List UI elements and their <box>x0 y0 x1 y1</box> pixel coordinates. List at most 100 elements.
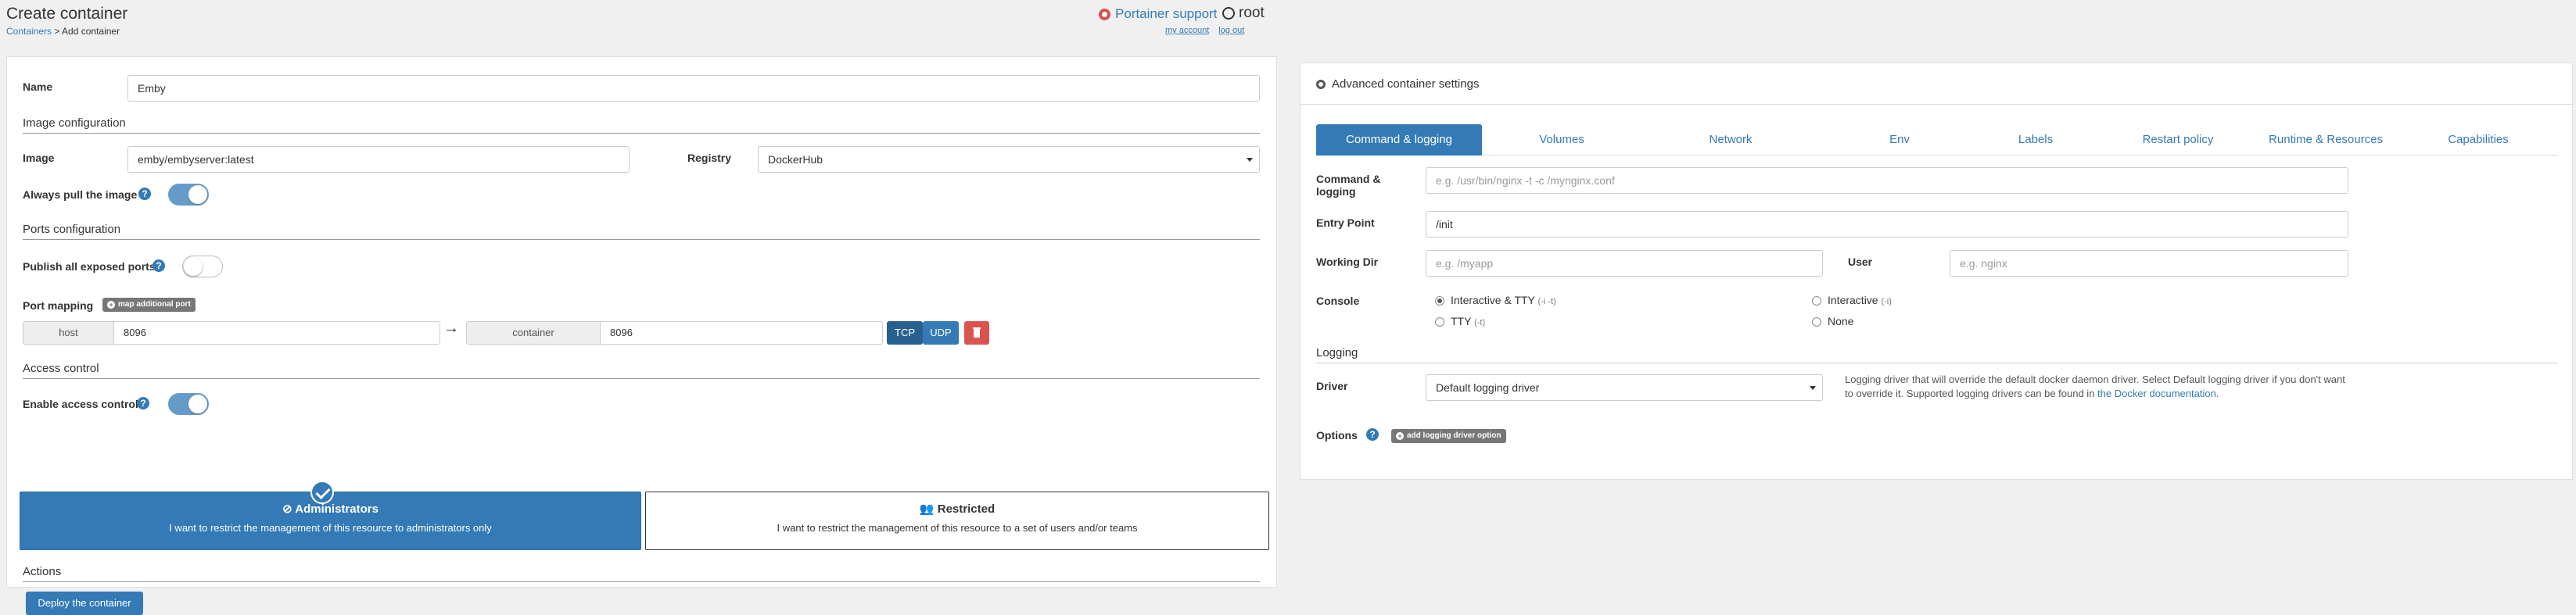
remove-port-button[interactable] <box>964 321 989 345</box>
advanced-settings-panel: Advanced container settings Command & lo… <box>1300 63 2573 480</box>
always-pull-toggle[interactable] <box>168 184 209 206</box>
entrypoint-label: Entry Point <box>1316 216 1375 229</box>
advanced-tabs: Command & logging Volumes Network Env La… <box>1316 124 2558 156</box>
users-icon: 👥 <box>919 502 938 516</box>
driver-note-text: Logging driver that will override the de… <box>1845 374 2345 399</box>
console-label: Console <box>1316 295 1360 307</box>
console-option-interactive-tty: Interactive & TTY (-i -t) <box>1451 294 1556 306</box>
advanced-settings-title: Advanced container settings <box>1316 77 1479 91</box>
tab-command-logging[interactable]: Command & logging <box>1316 124 1482 156</box>
restricted-title: 👥 Restricted <box>646 502 1268 516</box>
tab-capabilities[interactable]: Capabilities <box>2408 124 2549 156</box>
advanced-title-text: Advanced container settings <box>1332 77 1480 91</box>
divider <box>1301 104 2572 105</box>
chevron-down-icon <box>1810 386 1816 390</box>
container-port-input[interactable]: 8096 <box>600 321 883 345</box>
actions-section: Actions <box>23 565 1260 582</box>
publish-all-toggle[interactable] <box>182 256 223 277</box>
options-label: Options <box>1316 429 1358 442</box>
option-hint: (-t) <box>1474 318 1486 327</box>
lifebuoy-icon <box>1099 8 1110 20</box>
docker-docs-link[interactable]: the Docker documentation <box>2097 388 2216 399</box>
command-label-line1: Command & <box>1316 173 1381 185</box>
command-label: Command & logging <box>1316 173 1380 198</box>
console-radio-tty[interactable] <box>1435 317 1444 327</box>
workdir-input[interactable]: e.g. /myapp <box>1426 250 1823 277</box>
username: root <box>1239 5 1265 21</box>
host-port-input[interactable]: 8096 <box>113 321 440 345</box>
publish-all-label: Publish all exposed ports <box>23 260 156 273</box>
add-logging-option-button[interactable]: + add logging driver option <box>1391 429 1506 443</box>
command-input[interactable]: e.g. /usr/bin/nginx -t -c /mynginx.conf <box>1426 167 2348 194</box>
plus-circle-icon: + <box>107 301 115 309</box>
option-hint: (-i -t) <box>1537 297 1556 306</box>
access-control-section: Access control <box>23 362 1260 379</box>
toggle-knob <box>188 185 207 204</box>
log-out-link[interactable]: log out <box>1218 26 1244 35</box>
tab-restart-policy[interactable]: Restart policy <box>2108 124 2248 156</box>
logging-section: Logging <box>1316 346 2558 363</box>
ports-config-section: Ports configuration <box>23 223 1260 240</box>
gear-icon <box>1316 79 1326 89</box>
portainer-support-link[interactable]: Portainer support <box>1099 6 1217 22</box>
restricted-option[interactable]: 👥 Restricted I want to restrict the mana… <box>645 492 1269 550</box>
console-radio-none[interactable] <box>1812 317 1821 327</box>
driver-note-end: . <box>2215 388 2219 399</box>
plus-circle-icon: + <box>1396 432 1404 440</box>
tab-volumes[interactable]: Volumes <box>1491 124 1632 156</box>
user-input[interactable]: e.g. nginx <box>1950 250 2348 277</box>
restricted-title-text: Restricted <box>937 502 996 516</box>
access-control-toggle[interactable] <box>168 393 209 415</box>
support-label: Portainer support <box>1115 6 1218 21</box>
command-label-line2: logging <box>1316 185 1356 198</box>
top-header: Create container Containers > Add contai… <box>0 0 1283 48</box>
arrow-right-icon: → <box>443 320 459 337</box>
driver-label: Driver <box>1316 380 1348 392</box>
name-input[interactable]: Emby <box>127 75 1260 102</box>
console-radio-interactive[interactable] <box>1812 296 1821 306</box>
check-icon <box>310 481 334 504</box>
restricted-description: I want to restrict the management of thi… <box>777 522 1138 534</box>
breadcrumb: Containers > Add container <box>6 26 120 37</box>
option-label: None <box>1828 315 1854 327</box>
my-account-link[interactable]: my account <box>1165 26 1209 35</box>
driver-note: Logging driver that will override the de… <box>1845 373 2353 401</box>
tcp-button[interactable]: TCP <box>887 321 923 345</box>
chevron-down-icon <box>1247 158 1253 162</box>
trash-icon <box>973 327 981 338</box>
breadcrumb-separator: > <box>52 26 63 37</box>
driver-value: Default logging driver <box>1436 381 1540 394</box>
tab-network[interactable]: Network <box>1660 124 1801 156</box>
option-label: TTY <box>1451 315 1472 327</box>
user-links: my account log out <box>1165 26 1244 35</box>
host-addon: host <box>23 321 114 345</box>
deploy-container-button[interactable]: Deploy the container <box>26 592 143 615</box>
registry-value: DockerHub <box>768 153 823 166</box>
console-option-none: None <box>1828 315 1853 327</box>
user-icon <box>1222 7 1235 20</box>
image-config-section: Image configuration <box>23 116 1260 134</box>
breadcrumb-containers-link[interactable]: Containers <box>6 26 52 37</box>
name-label: Name <box>23 80 53 93</box>
registry-select[interactable]: DockerHub <box>758 146 1260 173</box>
tab-runtime-resources[interactable]: Runtime & Resources <box>2236 124 2416 156</box>
add-option-label: add logging driver option <box>1407 431 1501 440</box>
workdir-label: Working Dir <box>1316 256 1379 268</box>
always-pull-label: Always pull the image <box>23 188 138 201</box>
toggle-knob <box>188 395 207 413</box>
console-radio-interactive-tty[interactable] <box>1435 296 1444 306</box>
udp-button[interactable]: UDP <box>923 321 959 345</box>
logging-driver-select[interactable]: Default logging driver <box>1426 374 1823 401</box>
tab-env[interactable]: Env <box>1829 124 1970 156</box>
map-additional-port-button[interactable]: + map additional port <box>102 298 196 312</box>
help-icon: ? <box>152 259 165 272</box>
breadcrumb-current: Add container <box>62 26 120 37</box>
console-option-tty: TTY (-t) <box>1451 315 1485 327</box>
map-port-label: map additional port <box>118 300 191 309</box>
image-input[interactable]: emby/embyserver:latest <box>127 146 630 173</box>
option-hint: (-i) <box>1881 297 1892 306</box>
entrypoint-input[interactable]: /init <box>1426 211 2348 238</box>
option-label: Interactive <box>1828 294 1878 306</box>
tab-labels[interactable]: Labels <box>1965 124 2106 156</box>
help-icon: ? <box>138 188 151 200</box>
